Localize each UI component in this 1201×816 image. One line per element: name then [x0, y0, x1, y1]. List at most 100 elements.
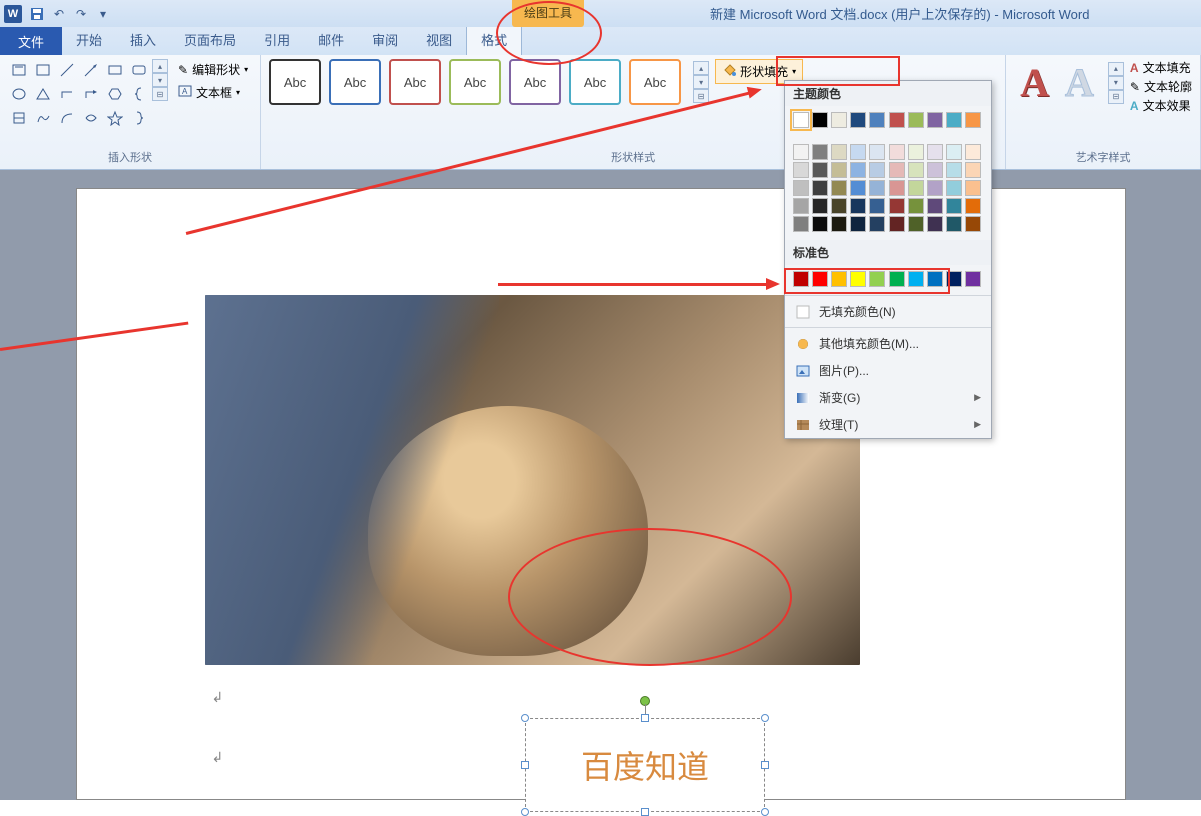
color-swatch[interactable]	[869, 162, 885, 178]
tab-insert[interactable]: 插入	[116, 24, 170, 55]
color-swatch[interactable]	[850, 162, 866, 178]
color-swatch[interactable]	[869, 271, 885, 287]
shape-flowchart-icon[interactable]	[8, 107, 30, 129]
tab-mailings[interactable]: 邮件	[304, 24, 358, 55]
undo-icon[interactable]: ↶	[49, 4, 69, 24]
shape-hexagon-icon[interactable]	[104, 83, 126, 105]
style-more[interactable]: ⊟	[693, 89, 709, 103]
color-swatch[interactable]	[889, 144, 905, 160]
color-swatch[interactable]	[812, 112, 828, 128]
shape-roundrect-icon[interactable]	[128, 59, 150, 81]
shape-style-2[interactable]: Abc	[329, 59, 381, 105]
more-colors-item[interactable]: 其他填充颜色(M)...	[785, 330, 991, 357]
qat-customize-icon[interactable]: ▾	[93, 4, 113, 24]
tab-page-layout[interactable]: 页面布局	[170, 24, 250, 55]
color-swatch[interactable]	[812, 162, 828, 178]
color-swatch[interactable]	[965, 198, 981, 214]
color-swatch[interactable]	[908, 162, 924, 178]
color-swatch[interactable]	[908, 271, 924, 287]
color-swatch[interactable]	[869, 180, 885, 196]
color-swatch[interactable]	[793, 144, 809, 160]
shape-curve-icon[interactable]	[80, 107, 102, 129]
shape-arc-icon[interactable]	[56, 107, 78, 129]
color-swatch[interactable]	[831, 112, 847, 128]
shape-style-7[interactable]: Abc	[629, 59, 681, 105]
shape-style-gallery[interactable]: Abc Abc Abc Abc Abc Abc Abc ▴ ▾ ⊟	[269, 59, 709, 105]
color-swatch[interactable]	[831, 271, 847, 287]
text-outline-button[interactable]: ✎文本轮廓	[1130, 78, 1192, 95]
color-swatch[interactable]	[927, 198, 943, 214]
color-swatch[interactable]	[908, 180, 924, 196]
resize-handle-r[interactable]	[761, 761, 769, 769]
shape-star-icon[interactable]	[104, 107, 126, 129]
shape-rect-icon[interactable]	[104, 59, 126, 81]
wordart-style-2[interactable]: A	[1059, 59, 1100, 106]
color-swatch[interactable]	[812, 216, 828, 232]
no-fill-item[interactable]: 无填充颜色(N)	[785, 298, 991, 325]
color-swatch[interactable]	[869, 112, 885, 128]
color-swatch[interactable]	[850, 216, 866, 232]
tab-references[interactable]: 引用	[250, 24, 304, 55]
color-swatch[interactable]	[812, 180, 828, 196]
resize-handle-l[interactable]	[521, 761, 529, 769]
color-swatch[interactable]	[850, 112, 866, 128]
shape-line-icon[interactable]	[56, 59, 78, 81]
color-swatch[interactable]	[889, 271, 905, 287]
shape-elbow-arrow-icon[interactable]	[80, 83, 102, 105]
color-swatch[interactable]	[908, 144, 924, 160]
color-swatch[interactable]	[946, 198, 962, 214]
shape-style-3[interactable]: Abc	[389, 59, 441, 105]
shape-style-5[interactable]: Abc	[509, 59, 561, 105]
color-swatch[interactable]	[850, 271, 866, 287]
wordart-more[interactable]: ⊟	[1108, 90, 1124, 104]
color-swatch[interactable]	[946, 180, 962, 196]
color-swatch[interactable]	[793, 180, 809, 196]
color-swatch[interactable]	[889, 198, 905, 214]
shapes-gallery[interactable]	[8, 59, 150, 129]
color-swatch[interactable]	[927, 112, 943, 128]
color-swatch[interactable]	[927, 271, 943, 287]
picture-fill-item[interactable]: 图片(P)...	[785, 357, 991, 384]
color-swatch[interactable]	[927, 162, 943, 178]
color-swatch[interactable]	[793, 112, 809, 128]
resize-handle-tr[interactable]	[761, 714, 769, 722]
color-swatch[interactable]	[965, 180, 981, 196]
wordart-scroll-up[interactable]: ▴	[1108, 62, 1124, 76]
gradient-fill-item[interactable]: 渐变(G) ▶	[785, 384, 991, 411]
textbox-content[interactable]: 百度知道	[525, 718, 765, 812]
color-swatch[interactable]	[946, 216, 962, 232]
shape-style-6[interactable]: Abc	[569, 59, 621, 105]
color-swatch[interactable]	[927, 216, 943, 232]
resize-handle-tl[interactable]	[521, 714, 529, 722]
color-swatch[interactable]	[831, 162, 847, 178]
color-swatch[interactable]	[793, 198, 809, 214]
color-swatch[interactable]	[831, 216, 847, 232]
resize-handle-t[interactable]	[641, 714, 649, 722]
color-swatch[interactable]	[908, 198, 924, 214]
color-swatch[interactable]	[946, 144, 962, 160]
color-swatch[interactable]	[850, 198, 866, 214]
color-swatch[interactable]	[908, 112, 924, 128]
shape-elbow-icon[interactable]	[56, 83, 78, 105]
shape-style-4[interactable]: Abc	[449, 59, 501, 105]
style-scroll-up[interactable]: ▴	[693, 61, 709, 75]
color-swatch[interactable]	[946, 112, 962, 128]
text-effects-button[interactable]: A文本效果	[1130, 97, 1192, 114]
shape-oval-icon[interactable]	[8, 83, 30, 105]
tab-file[interactable]: 文件	[0, 27, 62, 55]
text-box-button[interactable]: A 文本框 ▾	[174, 82, 252, 103]
redo-icon[interactable]: ↷	[71, 4, 91, 24]
shape-freeform-icon[interactable]	[32, 107, 54, 129]
color-swatch[interactable]	[965, 216, 981, 232]
color-swatch[interactable]	[927, 180, 943, 196]
color-swatch[interactable]	[889, 216, 905, 232]
texture-fill-item[interactable]: 纹理(T) ▶	[785, 411, 991, 438]
resize-handle-br[interactable]	[761, 808, 769, 816]
color-swatch[interactable]	[965, 144, 981, 160]
color-swatch[interactable]	[793, 216, 809, 232]
color-swatch[interactable]	[831, 198, 847, 214]
shape-triangle-icon[interactable]	[32, 83, 54, 105]
shape-arrow-icon[interactable]	[80, 59, 102, 81]
style-scroll-down[interactable]: ▾	[693, 75, 709, 89]
color-swatch[interactable]	[889, 180, 905, 196]
